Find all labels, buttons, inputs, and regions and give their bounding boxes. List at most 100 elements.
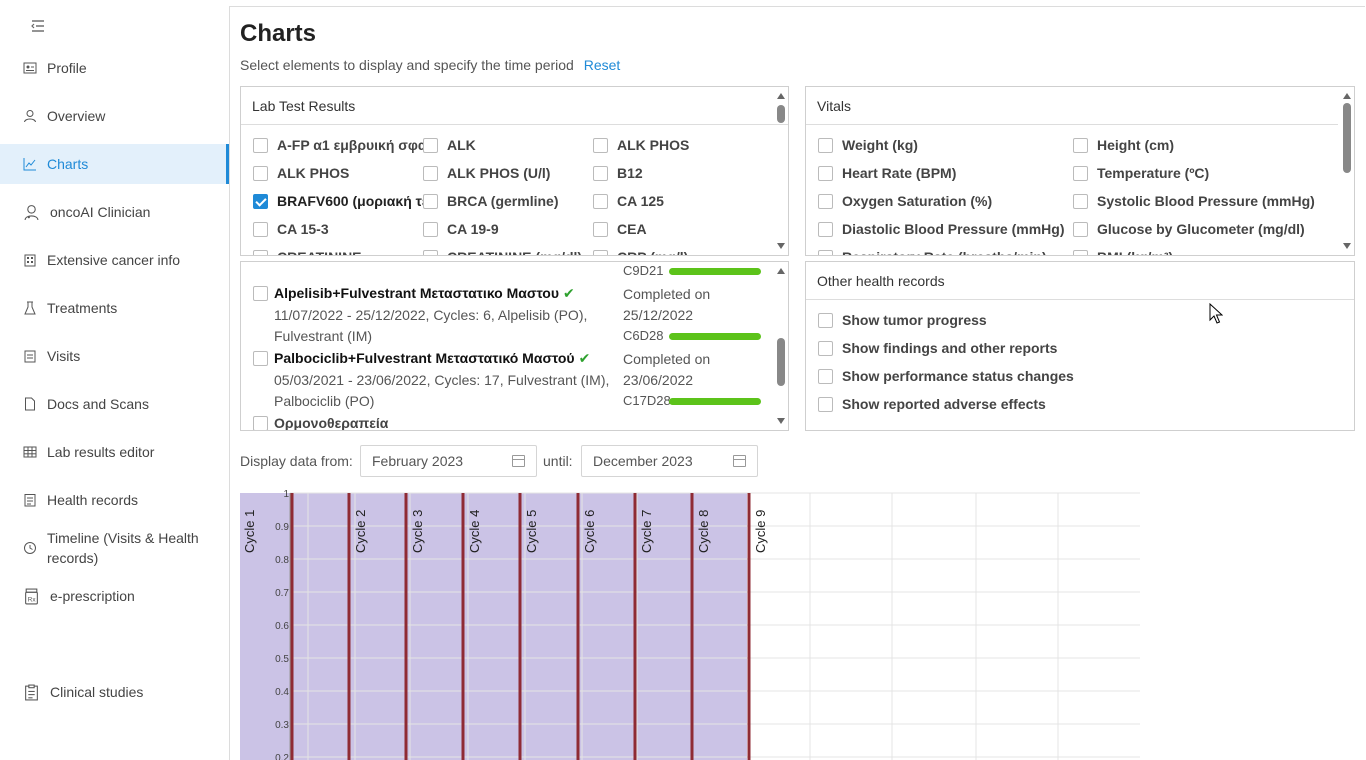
treatment-checkbox[interactable] (253, 351, 268, 366)
status-line: Completed on (623, 286, 711, 302)
cycle-code: C17D28 (623, 393, 671, 408)
vital-option-label[interactable]: Respiratory Rate (breaths/min) (842, 249, 1047, 255)
sidebar-item-e-prescription[interactable]: Rx e-prescription (0, 576, 229, 616)
treatment-checkbox[interactable] (253, 416, 268, 430)
lab-option-label[interactable]: BRCA (germline) (447, 193, 597, 209)
lab-option-label[interactable]: ALK PHOS (U/l) (447, 165, 597, 181)
lab-option-label[interactable]: CA 125 (617, 193, 767, 209)
lab-checkbox[interactable] (253, 222, 268, 237)
sidebar-item-health-records[interactable]: Health records (0, 480, 229, 520)
lab-checkbox[interactable] (253, 138, 268, 153)
lab-checkbox[interactable] (253, 166, 268, 181)
sidebar-item-label: Timeline (Visits & Health records) (47, 530, 199, 566)
scroll-thumb[interactable] (1343, 103, 1351, 173)
treatment-title-text: Palbociclib+Fulvestrant Μεταστατικό Μαστ… (274, 350, 575, 366)
vital-checkbox[interactable] (1073, 250, 1088, 255)
lab-checkbox[interactable] (423, 138, 438, 153)
lab-option-label[interactable]: BRAFV600 (μοριακή τεχνική) (277, 193, 423, 209)
lab-option-label[interactable]: A-FP α1 εμβρυική σφαιρίνη (277, 137, 423, 153)
lab-checkbox[interactable] (423, 166, 438, 181)
vital-option-label[interactable]: BMI (kg/m²) (1097, 249, 1173, 255)
lab-option-label[interactable]: ALK PHOS (277, 165, 423, 181)
vital-checkbox[interactable] (818, 222, 833, 237)
sidebar-item-lab-results-editor[interactable]: Lab results editor (0, 432, 229, 472)
reset-link[interactable]: Reset (584, 57, 621, 73)
lab-option-label[interactable]: CEA (617, 221, 767, 237)
vital-checkbox[interactable] (1073, 166, 1088, 181)
lab-checkbox[interactable] (423, 222, 438, 237)
lab-checkbox[interactable] (593, 138, 608, 153)
vital-checkbox[interactable] (818, 166, 833, 181)
health-record-option-label[interactable]: Show performance status changes (842, 368, 1074, 384)
lab-checkbox[interactable] (593, 194, 608, 209)
vital-option-label[interactable]: Heart Rate (BPM) (842, 165, 956, 181)
vital-option-label[interactable]: Temperature (ºC) (1097, 165, 1209, 181)
lab-checkbox[interactable] (423, 194, 438, 209)
vital-checkbox[interactable] (818, 194, 833, 209)
health-record-checkbox[interactable] (818, 313, 833, 328)
vital-checkbox[interactable] (818, 138, 833, 153)
sidebar-item-overview[interactable]: Overview (0, 96, 229, 136)
vital-option-label[interactable]: Oxygen Saturation (%) (842, 193, 992, 209)
health-record-option-label[interactable]: Show tumor progress (842, 312, 987, 328)
vitals-panel-title: Vitals (806, 87, 1338, 125)
calendar-icon[interactable] (512, 455, 525, 467)
vital-option-label[interactable]: Glucose by Glucometer (mg/dl) (1097, 221, 1305, 237)
sidebar-item-extensive-cancer-info[interactable]: Extensive cancer info (0, 240, 229, 280)
sidebar-item-visits[interactable]: Visits (0, 336, 229, 376)
scroll-thumb[interactable] (777, 105, 785, 123)
treatment-title-text: Alpelisib+Fulvestrant Μεταστατικο Μαστου (274, 285, 560, 301)
scroll-down-arrow-icon[interactable] (1343, 243, 1351, 249)
vital-checkbox[interactable] (818, 250, 833, 255)
lab-option-label[interactable]: B12 (617, 165, 767, 181)
health-record-option-label[interactable]: Show findings and other reports (842, 340, 1057, 356)
vital-checkbox[interactable] (1073, 194, 1088, 209)
health-record-checkbox[interactable] (818, 341, 833, 356)
lab-option-label[interactable]: CA 15-3 (277, 221, 423, 237)
treatment-checkbox[interactable] (253, 286, 268, 301)
vitals-panel-scrollbar[interactable] (1340, 87, 1354, 255)
sidebar-item-charts[interactable]: Charts (0, 144, 229, 184)
lab-option-label[interactable]: CREATININE (mg/dl) (447, 249, 597, 255)
lab-option-label[interactable]: ALK PHOS (617, 137, 767, 153)
sidebar-item-clinical-studies[interactable]: Clinical studies (0, 672, 229, 712)
sidebar-item-treatments[interactable]: Treatments (0, 288, 229, 328)
health-record-checkbox[interactable] (818, 397, 833, 412)
sidebar-item-docs-and-scans[interactable]: Docs and Scans (0, 384, 229, 424)
vital-option-label[interactable]: Diastolic Blood Pressure (mmHg) (842, 221, 1065, 237)
lab-checkbox[interactable] (253, 250, 268, 255)
lab-checkbox[interactable] (593, 250, 608, 255)
lab-checkbox[interactable] (253, 194, 268, 209)
health-record-option-label[interactable]: Show reported adverse effects (842, 396, 1046, 412)
scroll-down-arrow-icon[interactable] (777, 418, 785, 424)
sidebar-item-oncoai-clinician[interactable]: oncoAI Clinician (0, 192, 229, 232)
lab-option-label[interactable]: CREATININE (277, 249, 423, 255)
lab-checkbox[interactable] (423, 250, 438, 255)
health-record-checkbox[interactable] (818, 369, 833, 384)
from-date-input[interactable]: February 2023 (360, 445, 537, 477)
sidebar-item-timeline[interactable]: Timeline (Visits & Health records) (0, 524, 229, 572)
vital-option-label[interactable]: Weight (kg) (842, 137, 918, 153)
menu-collapse-icon[interactable] (30, 18, 46, 34)
scroll-down-arrow-icon[interactable] (777, 243, 785, 249)
scroll-thumb[interactable] (777, 338, 785, 386)
lab-panel-scrollbar[interactable] (774, 87, 788, 255)
scroll-up-arrow-icon[interactable] (777, 93, 785, 99)
lab-option-label[interactable]: ALK (447, 137, 597, 153)
treatments-panel-scrollbar[interactable] (774, 262, 788, 430)
vital-checkbox[interactable] (1073, 138, 1088, 153)
pill-bottle-icon: Rx (25, 588, 38, 604)
calendar-icon[interactable] (733, 455, 746, 467)
vital-option-label[interactable]: Height (cm) (1097, 137, 1174, 153)
lab-checkbox[interactable] (593, 222, 608, 237)
scroll-up-arrow-icon[interactable] (1343, 93, 1351, 99)
vital-checkbox[interactable] (1073, 222, 1088, 237)
lab-checkbox[interactable] (593, 166, 608, 181)
scroll-up-arrow-icon[interactable] (777, 268, 785, 274)
until-date-input[interactable]: December 2023 (581, 445, 758, 477)
y-tick-label: 0.5 (275, 654, 289, 665)
vital-option-label[interactable]: Systolic Blood Pressure (mmHg) (1097, 193, 1315, 209)
sidebar-item-profile[interactable]: Profile (0, 48, 229, 88)
lab-option-label[interactable]: CRP (mg/l) (617, 249, 767, 255)
lab-option-label[interactable]: CA 19-9 (447, 221, 597, 237)
